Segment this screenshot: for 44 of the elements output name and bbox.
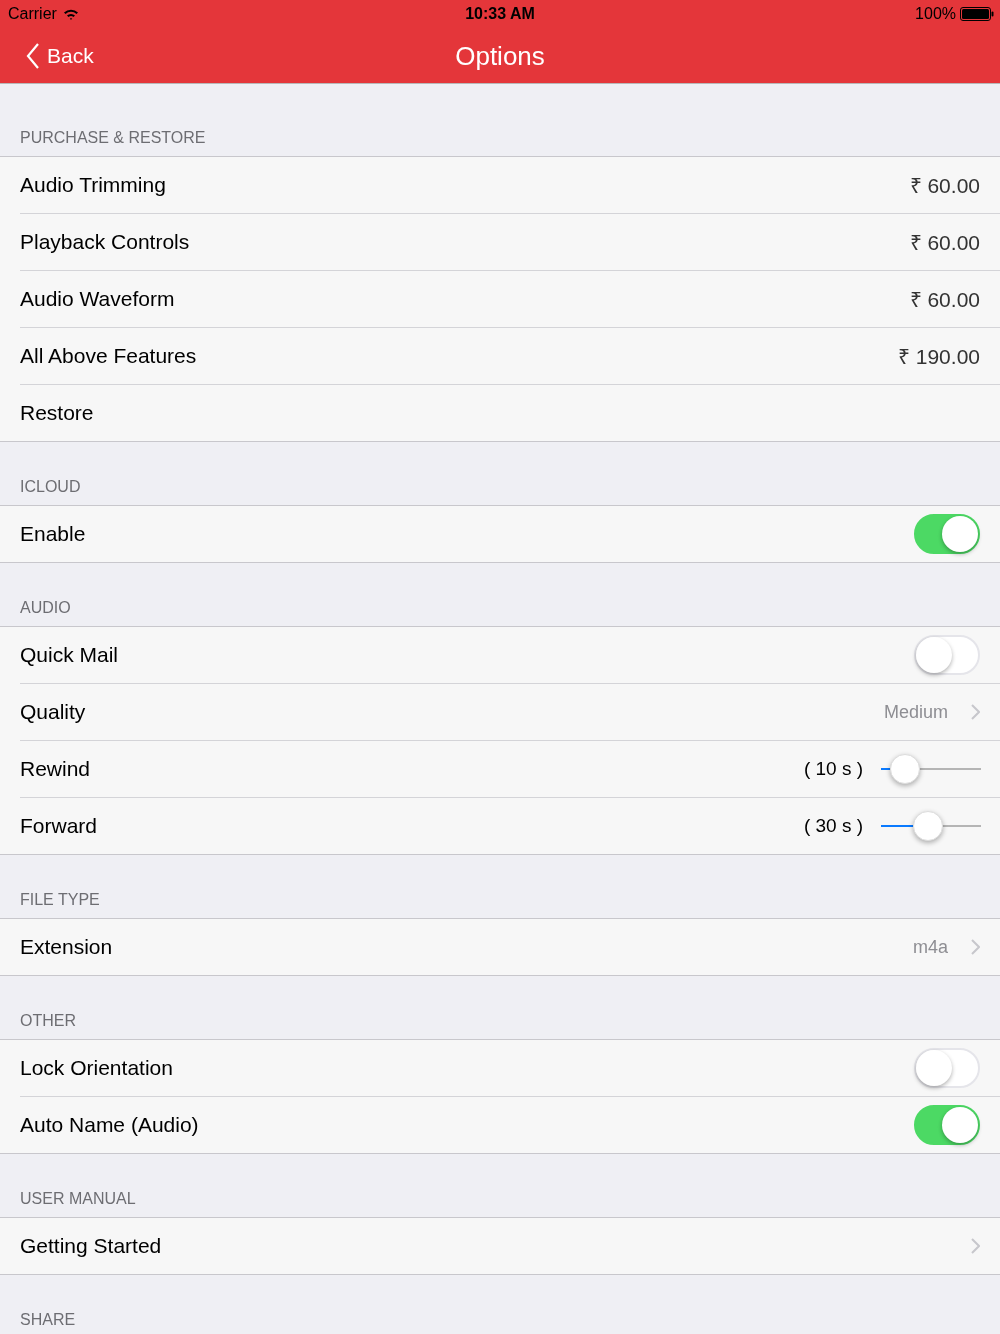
row-label: Audio Trimming	[20, 173, 167, 197]
chevron-left-icon	[26, 43, 40, 69]
section-header: PURCHASE & RESTORE	[20, 129, 206, 147]
row-label: Rewind	[20, 757, 92, 781]
page-title: Options	[455, 40, 545, 72]
price-value: ₹ 60.00	[909, 287, 980, 313]
section-header: OTHER	[20, 1012, 76, 1030]
carrier-name: Carrier	[8, 5, 57, 23]
slider-reading: ( 30 s )	[803, 815, 863, 837]
row-label: Quality	[20, 700, 87, 724]
slider-thumb[interactable]	[890, 754, 920, 784]
section-header: USER MANUAL	[20, 1190, 136, 1208]
row-label: Auto Name (Audio)	[20, 1113, 200, 1137]
row-label: Getting Started	[20, 1234, 163, 1258]
price-value: ₹ 60.00	[909, 230, 980, 256]
row-label: Forward	[20, 814, 99, 838]
row-label: Extension	[20, 935, 114, 959]
chevron-icon	[971, 939, 980, 955]
price-value: ₹ 60.00	[909, 173, 980, 199]
slider-reading: ( 10 s )	[803, 758, 863, 780]
row-label: All Above Features	[20, 344, 198, 368]
toggle-switch[interactable]	[914, 514, 980, 554]
row-label: Enable	[20, 522, 87, 546]
section-header: ICLOUD	[20, 478, 81, 496]
detail-value: Medium	[883, 701, 948, 723]
slider-thumb[interactable]	[913, 811, 943, 841]
row-label: Playback Controls	[20, 230, 191, 254]
row-label: Restore	[20, 401, 95, 425]
price-value: ₹ 190.00	[897, 344, 980, 370]
detail-value: m4a	[913, 936, 948, 958]
battery-percent: 100%	[915, 5, 956, 23]
section-header: AUDIO	[20, 599, 71, 617]
row-label: Quick Mail	[20, 643, 120, 667]
toggle-switch[interactable]	[914, 1105, 980, 1145]
section-header: SHARE	[20, 1311, 76, 1329]
battery-icon	[960, 7, 994, 21]
status-time: 10:33 AM	[465, 5, 535, 23]
row-label: Lock Orientation	[20, 1056, 174, 1080]
chevron-icon	[971, 1238, 980, 1254]
back-button[interactable]: Back	[0, 43, 94, 69]
section-header: FILE TYPE	[20, 891, 100, 909]
row-label: Audio Waveform	[20, 287, 176, 311]
chevron-icon	[971, 704, 980, 720]
wifi-icon	[62, 8, 79, 20]
